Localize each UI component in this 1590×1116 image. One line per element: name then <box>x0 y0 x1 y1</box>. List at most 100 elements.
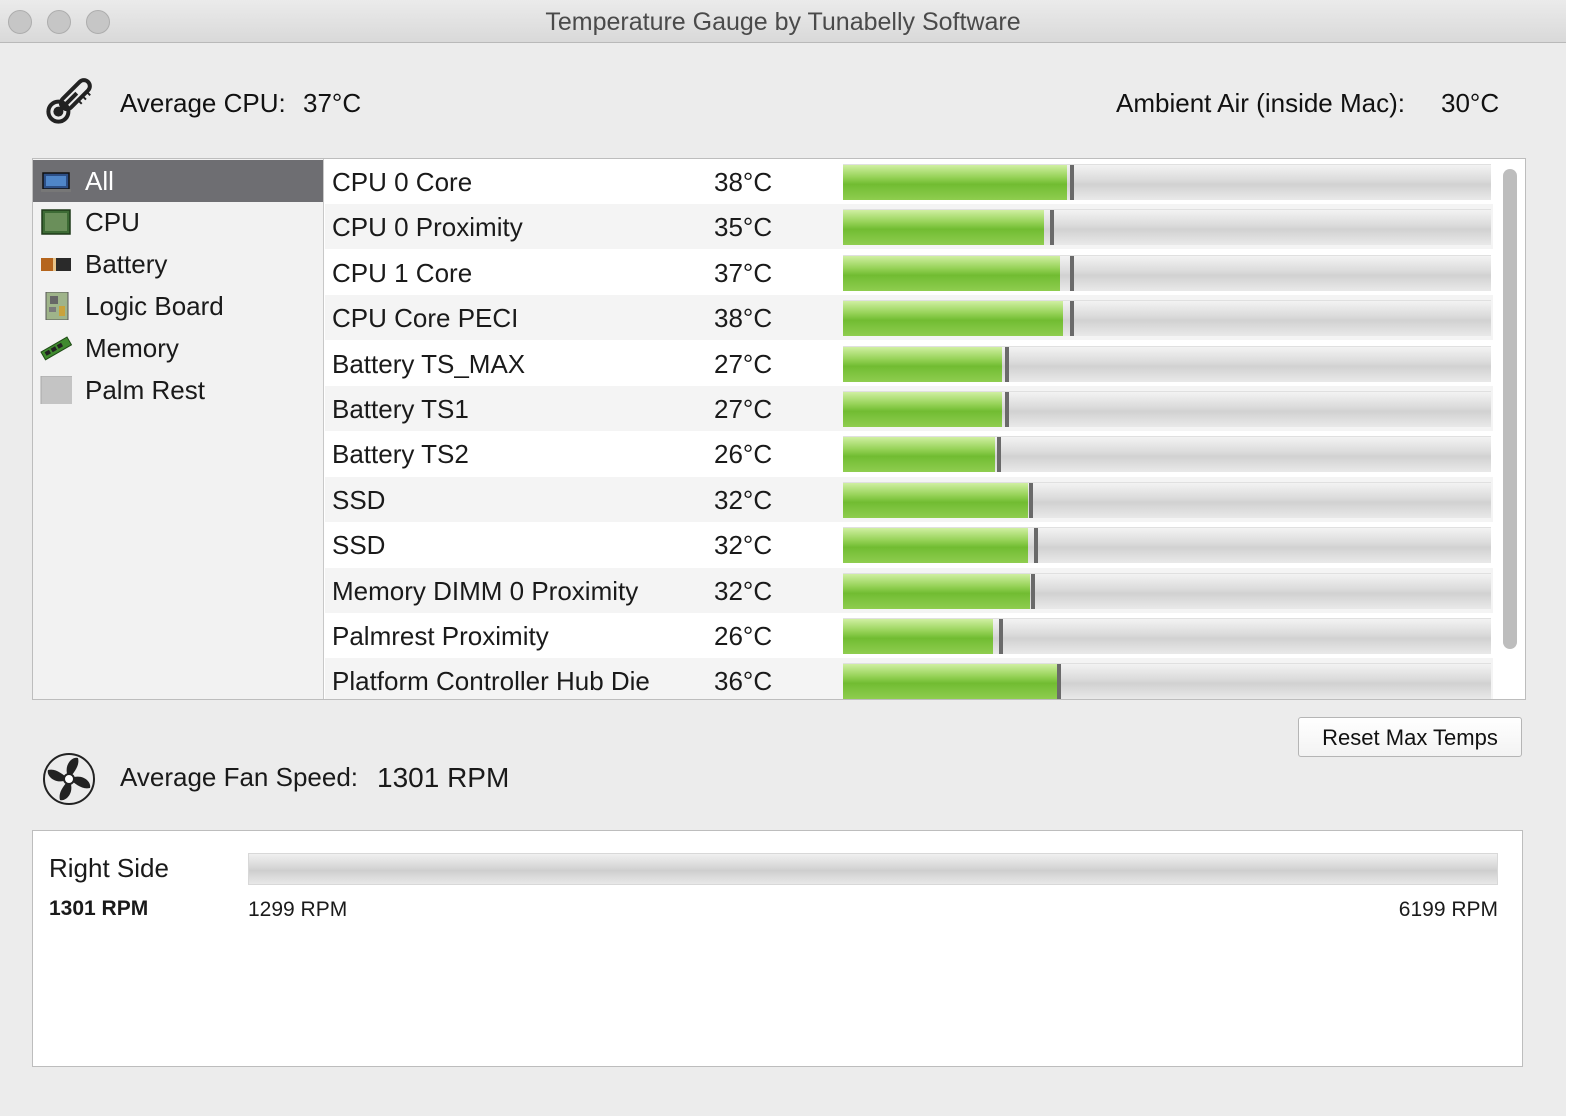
sensor-name: CPU 1 Core <box>332 258 473 288</box>
thermometer-icon <box>46 78 92 124</box>
sensor-row[interactable]: Battery TS2 26°C <box>325 431 1493 476</box>
temperature-bar <box>843 527 1491 563</box>
sidebar-item-logic-board[interactable]: Logic Board <box>33 285 323 327</box>
sensor-name: Battery TS2 <box>332 439 469 469</box>
sidebar-item-label: Battery <box>85 249 168 279</box>
sensor-row[interactable]: CPU 0 Proximity 35°C <box>325 204 1493 249</box>
sidebar-item-all[interactable]: All <box>33 160 323 202</box>
sensor-name: SSD <box>332 530 386 560</box>
reset-max-temps-button[interactable]: Reset Max Temps <box>1298 717 1522 757</box>
temperature-bar <box>843 618 1491 654</box>
sidebar-item-label: CPU <box>85 207 140 237</box>
temperature-bar-fill <box>843 301 1063 336</box>
window-title: Temperature Gauge by Tunabelly Software <box>545 8 1021 36</box>
fan-name: Right Side <box>49 853 169 883</box>
laptop-icon <box>41 172 71 192</box>
max-temperature-marker <box>1050 210 1054 245</box>
sensor-row[interactable]: Memory DIMM 0 Proximity 32°C <box>325 568 1493 613</box>
fan-panel: Right Side 1301 RPM 1299 RPM 6199 RPM <box>32 830 1523 1067</box>
app-window: Temperature Gauge by Tunabelly Software … <box>0 0 1566 1116</box>
temperature-bar-fill <box>843 256 1060 291</box>
sidebar-item-label: All <box>85 166 114 196</box>
sidebar-item-label: Palm Rest <box>85 375 205 405</box>
sensor-temperature: 36°C <box>714 666 773 696</box>
sidebar-item-cpu[interactable]: CPU <box>33 201 323 243</box>
max-temperature-marker <box>1070 165 1074 200</box>
temperature-bar-fill <box>843 619 993 654</box>
sensor-name: Palmrest Proximity <box>332 621 549 651</box>
sensor-row[interactable]: SSD 32°C <box>325 477 1493 522</box>
battery-icon <box>41 258 71 271</box>
title-bar[interactable]: Temperature Gauge by Tunabelly Software <box>0 0 1566 43</box>
sensor-row[interactable]: Palmrest Proximity 26°C <box>325 613 1493 658</box>
sensor-temperature: 26°C <box>714 621 773 651</box>
sensor-list-scrollbar[interactable] <box>1499 165 1521 693</box>
temperature-bar <box>843 300 1491 336</box>
temperature-bar <box>843 573 1491 609</box>
sensor-temperature: 32°C <box>714 530 773 560</box>
sensor-name: Platform Controller Hub Die <box>332 666 650 696</box>
sensor-name: CPU 0 Proximity <box>332 212 523 242</box>
fan-speed-bar <box>248 853 1498 885</box>
sensor-name: CPU 0 Core <box>332 167 473 197</box>
sidebar-item-label: Logic Board <box>85 291 224 321</box>
sensor-temperature: 32°C <box>714 576 773 606</box>
memory-stick-icon <box>40 336 72 361</box>
sensor-row[interactable]: CPU 0 Core 38°C <box>325 159 1493 204</box>
sensor-temperature: 37°C <box>714 258 773 288</box>
sensor-row[interactable]: CPU Core PECI 38°C <box>325 295 1493 340</box>
sensor-temperature: 26°C <box>714 439 773 469</box>
max-temperature-marker <box>1005 347 1009 382</box>
sensor-row[interactable]: Battery TS1 27°C <box>325 386 1493 431</box>
sensor-temperature: 38°C <box>714 303 773 333</box>
sensor-row[interactable]: CPU 1 Core 37°C <box>325 250 1493 295</box>
sensor-temperature: 35°C <box>714 212 773 242</box>
temperature-bar <box>843 663 1491 699</box>
sensor-temperature: 32°C <box>714 485 773 515</box>
average-cpu-label: Average CPU: <box>120 88 286 118</box>
ambient-air-value: 30°C <box>1441 88 1500 118</box>
temperature-bar-fill <box>843 210 1044 245</box>
max-temperature-marker <box>1005 392 1009 427</box>
sensor-row[interactable]: Platform Controller Hub Die 36°C <box>325 658 1493 699</box>
temperature-bar <box>843 482 1491 518</box>
fan-min-speed: 1299 RPM <box>248 898 348 921</box>
temperature-bar-fill <box>843 664 1057 699</box>
category-sidebar: All CPU Battery Logic Board Memory Palm … <box>33 159 324 699</box>
temperature-bar <box>843 209 1491 245</box>
sensor-name: Memory DIMM 0 Proximity <box>332 576 639 606</box>
max-temperature-marker <box>1057 664 1061 699</box>
sensor-temperature: 27°C <box>714 349 773 379</box>
logic-board-icon <box>45 292 69 320</box>
sensor-row[interactable]: Battery TS_MAX 27°C <box>325 341 1493 386</box>
max-temperature-marker <box>1034 528 1038 563</box>
sensor-row[interactable]: SSD 32°C <box>325 522 1493 567</box>
average-fan-speed-label: Average Fan Speed: <box>120 762 359 792</box>
scrollbar-thumb[interactable] <box>1503 169 1517 649</box>
temperature-bar <box>843 164 1491 200</box>
sensor-name: Battery TS1 <box>332 394 469 424</box>
sidebar-item-palm-rest[interactable]: Palm Rest <box>33 369 323 411</box>
temperature-bar-fill <box>843 528 1028 563</box>
temperature-bar-fill <box>843 574 1030 609</box>
sensor-list[interactable]: CPU 0 Core 38°C CPU 0 Proximity 35°C CPU 1 C… <box>325 159 1493 699</box>
temperature-bar <box>843 346 1491 382</box>
sidebar-item-memory[interactable]: Memory <box>33 327 323 369</box>
average-cpu-value: 37°C <box>303 88 362 118</box>
temperature-bar-fill <box>843 165 1067 200</box>
sensor-temperature: 27°C <box>714 394 773 424</box>
fan-current-speed: 1301 RPM <box>49 897 149 920</box>
sidebar-item-battery[interactable]: Battery <box>33 243 323 285</box>
temperature-bar <box>843 255 1491 291</box>
sensor-name: CPU Core PECI <box>332 303 519 333</box>
max-temperature-marker <box>999 619 1003 654</box>
temperature-bar <box>843 436 1491 472</box>
sidebar-item-label: Memory <box>85 333 179 363</box>
sensor-name: Battery TS_MAX <box>332 349 526 379</box>
average-fan-speed-value: 1301 RPM <box>377 762 510 793</box>
temperature-bar-fill <box>843 392 1002 427</box>
sensor-name: SSD <box>332 485 386 515</box>
max-temperature-marker <box>1031 574 1035 609</box>
temperature-bar-fill <box>843 437 995 472</box>
ambient-air-label: Ambient Air (inside Mac): <box>1116 88 1405 118</box>
